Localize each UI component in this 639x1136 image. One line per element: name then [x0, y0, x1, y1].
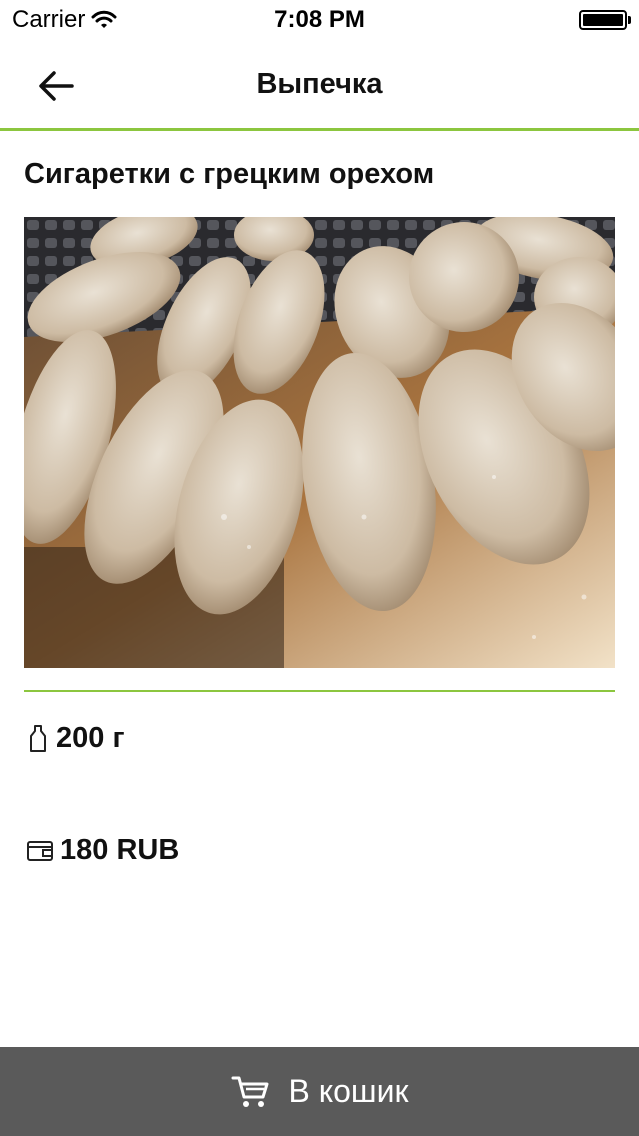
status-bar: Carrier 7:08 PM	[0, 0, 639, 42]
content-divider	[24, 690, 615, 692]
page-title: Выпечка	[256, 68, 383, 100]
add-to-cart-label: В кошик	[288, 1073, 409, 1109]
add-to-cart-button[interactable]: В кошик	[0, 1047, 639, 1136]
price-row: 180 RUB	[26, 834, 179, 867]
wallet-icon	[27, 840, 53, 861]
product-price: 180 RUB	[60, 834, 180, 866]
navigation-bar: Выпечка	[0, 42, 639, 128]
product-weight: 200 г	[56, 722, 125, 754]
status-time: 7:08 PM	[274, 6, 365, 33]
pastry-photo	[24, 217, 615, 668]
product-image	[24, 217, 615, 668]
weight-row: 200 г	[26, 722, 125, 755]
nav-divider	[0, 128, 639, 131]
battery-icon	[579, 10, 631, 30]
product-title: Сигаретки с грецким орехом	[24, 158, 435, 190]
cart-icon	[231, 1076, 269, 1107]
bottle-icon	[30, 724, 46, 752]
